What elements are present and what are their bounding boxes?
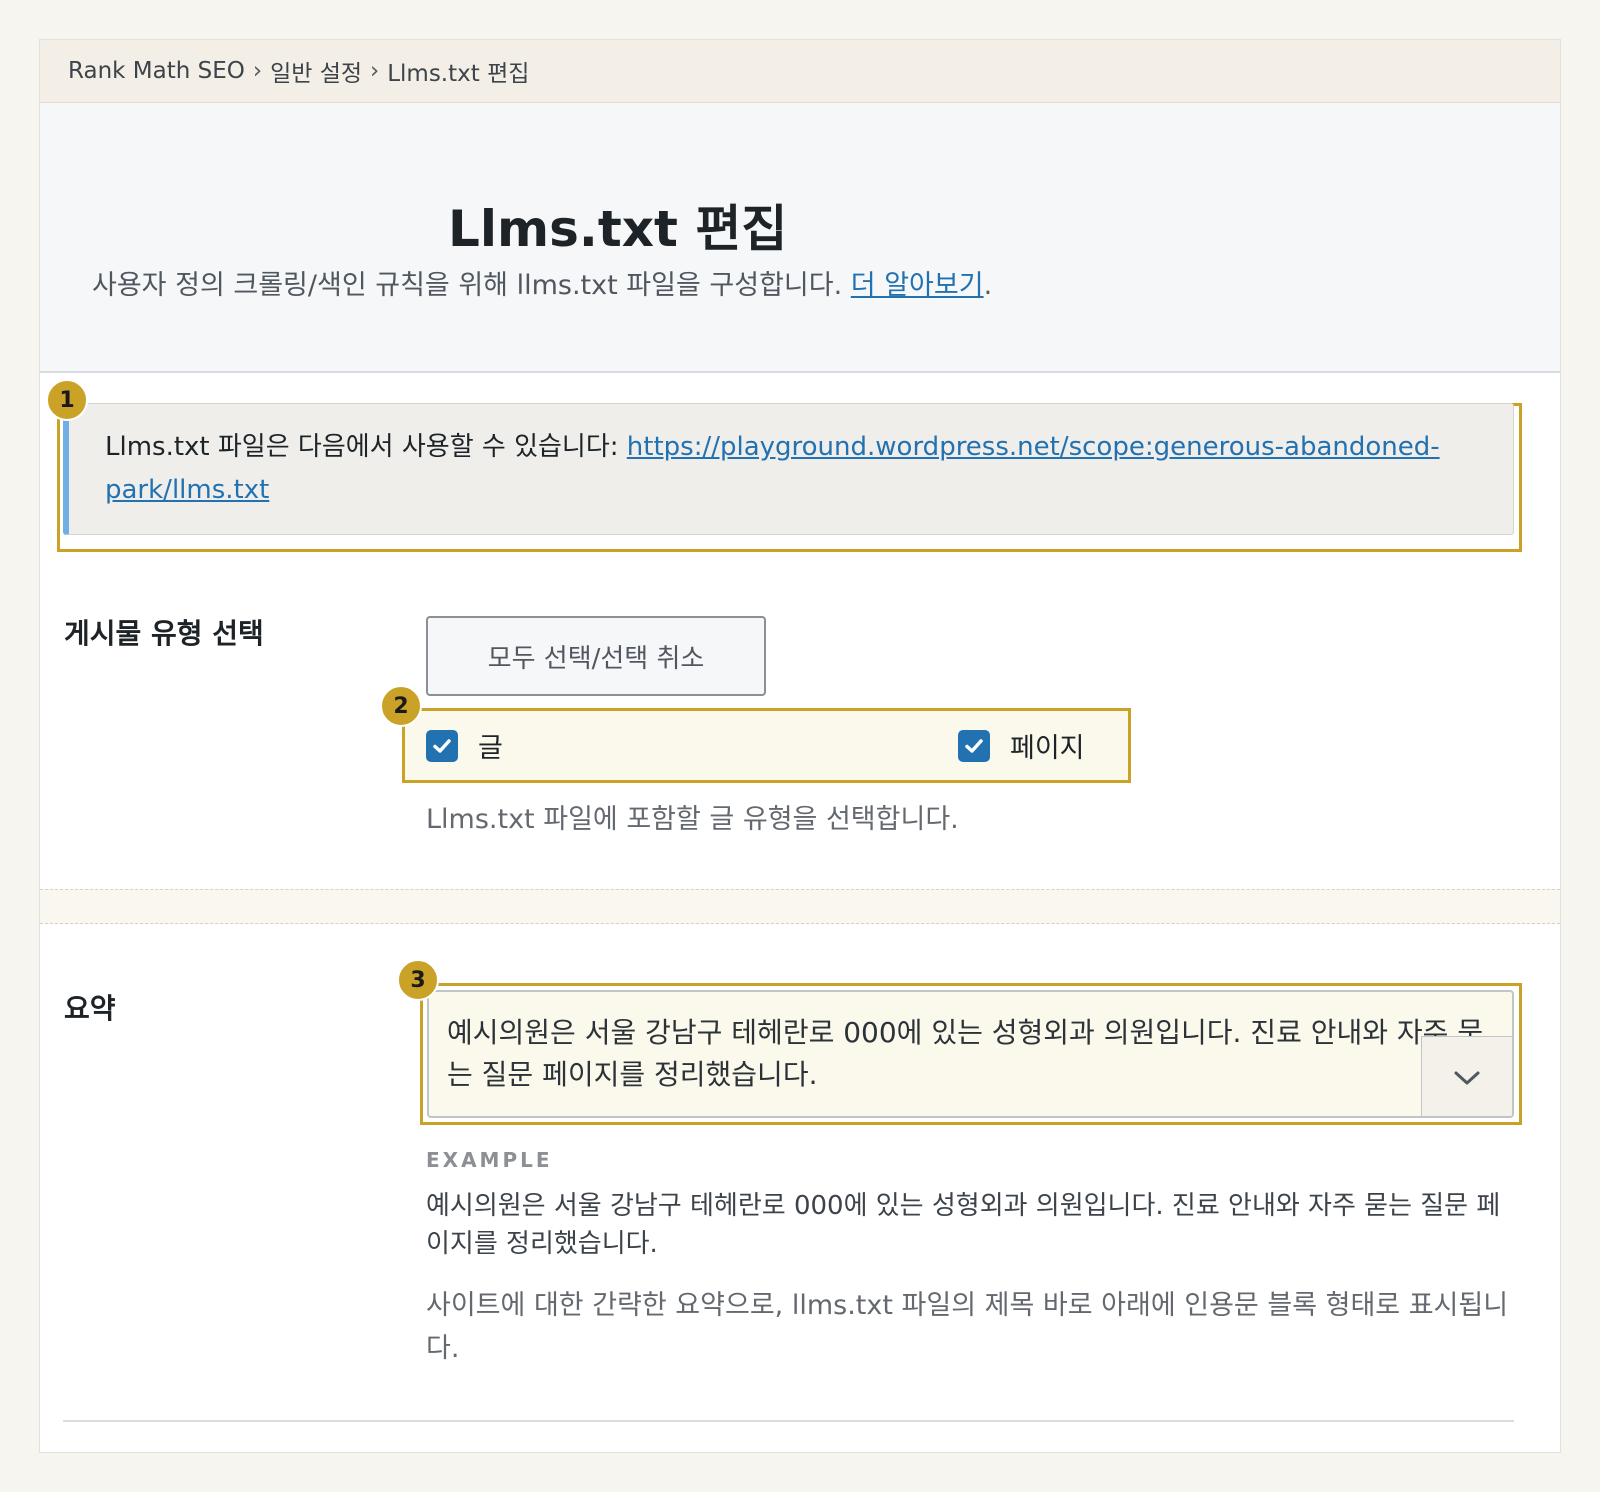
summary-value[interactable]: 예시의원은 서울 강남구 테헤란로 000에 있는 성형외과 의원입니다. 진료… xyxy=(447,1012,1497,1096)
callout-marker-1: 1 xyxy=(46,379,88,421)
callout-marker-3: 3 xyxy=(397,959,439,1001)
example-label: EXAMPLE xyxy=(426,1148,553,1172)
checkbox-page-label: 페이지 xyxy=(1010,733,1085,764)
breadcrumb-separator: › xyxy=(370,58,380,84)
checkbox-post-label: 글 xyxy=(478,733,503,764)
checkbox-checked-icon[interactable] xyxy=(426,729,458,762)
checkbox-post[interactable]: 글 xyxy=(426,726,503,765)
breadcrumb-item-current: Llms.txt 편집 xyxy=(387,61,530,87)
example-text: 예시의원은 서울 강남구 테헤란로 000에 있는 성형외과 의원입니다. 진료… xyxy=(426,1191,1501,1259)
settings-panel: Rank Math SEO › 일반 설정 › Llms.txt 편집 Llms… xyxy=(39,39,1561,1453)
checkbox-checked-icon[interactable] xyxy=(958,729,990,762)
breadcrumb-separator: › xyxy=(252,58,263,84)
learn-more-link[interactable]: 더 알아보기 xyxy=(851,270,984,301)
breadcrumb: Rank Math SEO › 일반 설정 › Llms.txt 편집 xyxy=(40,40,1560,103)
chevron-down-icon[interactable] xyxy=(1452,1068,1482,1088)
breadcrumb-item-general-settings[interactable]: 일반 설정 xyxy=(270,54,362,88)
breadcrumb-item-rank-math[interactable]: Rank Math SEO xyxy=(68,58,245,84)
checkbox-page[interactable]: 페이지 xyxy=(958,726,1085,765)
learn-more-suffix: . xyxy=(983,270,993,301)
post-types-help: Llms.txt 파일에 포함할 글 유형을 선택합니다. xyxy=(426,804,959,835)
callout-marker-2: 2 xyxy=(380,685,422,727)
select-all-button[interactable]: 모두 선택/선택 취소 xyxy=(426,616,766,696)
summary-help: 사이트에 대한 간략한 요약으로, llms.txt 파일의 제목 바로 아래에… xyxy=(426,1290,1509,1364)
page-title: Llms.txt 편집 xyxy=(448,200,788,258)
post-types-label: 게시물 유형 선택 xyxy=(64,617,264,650)
llms-file-notice: Llms.txt 파일은 다음에서 사용할 수 있습니다: https://pl… xyxy=(63,403,1514,535)
expand-button[interactable] xyxy=(1421,1036,1512,1116)
summary-label: 요약 xyxy=(64,992,116,1025)
notice-text: Llms.txt 파일은 다음에서 사용할 수 있습니다: xyxy=(105,432,619,462)
page-description: 사용자 정의 크롤링/색인 규칙을 위해 llms.txt 파일을 구성합니다.… xyxy=(92,263,992,302)
bottom-divider xyxy=(63,1420,1514,1422)
summary-textarea[interactable]: 예시의원은 서울 강남구 테헤란로 000에 있는 성형외과 의원입니다. 진료… xyxy=(427,990,1514,1118)
page-header: Llms.txt 편집 사용자 정의 크롤링/색인 규칙을 위해 llms.tx… xyxy=(40,103,1560,373)
section-divider xyxy=(40,889,1560,924)
page-description-text: 사용자 정의 크롤링/색인 규칙을 위해 llms.txt 파일을 구성합니다. xyxy=(92,270,843,301)
